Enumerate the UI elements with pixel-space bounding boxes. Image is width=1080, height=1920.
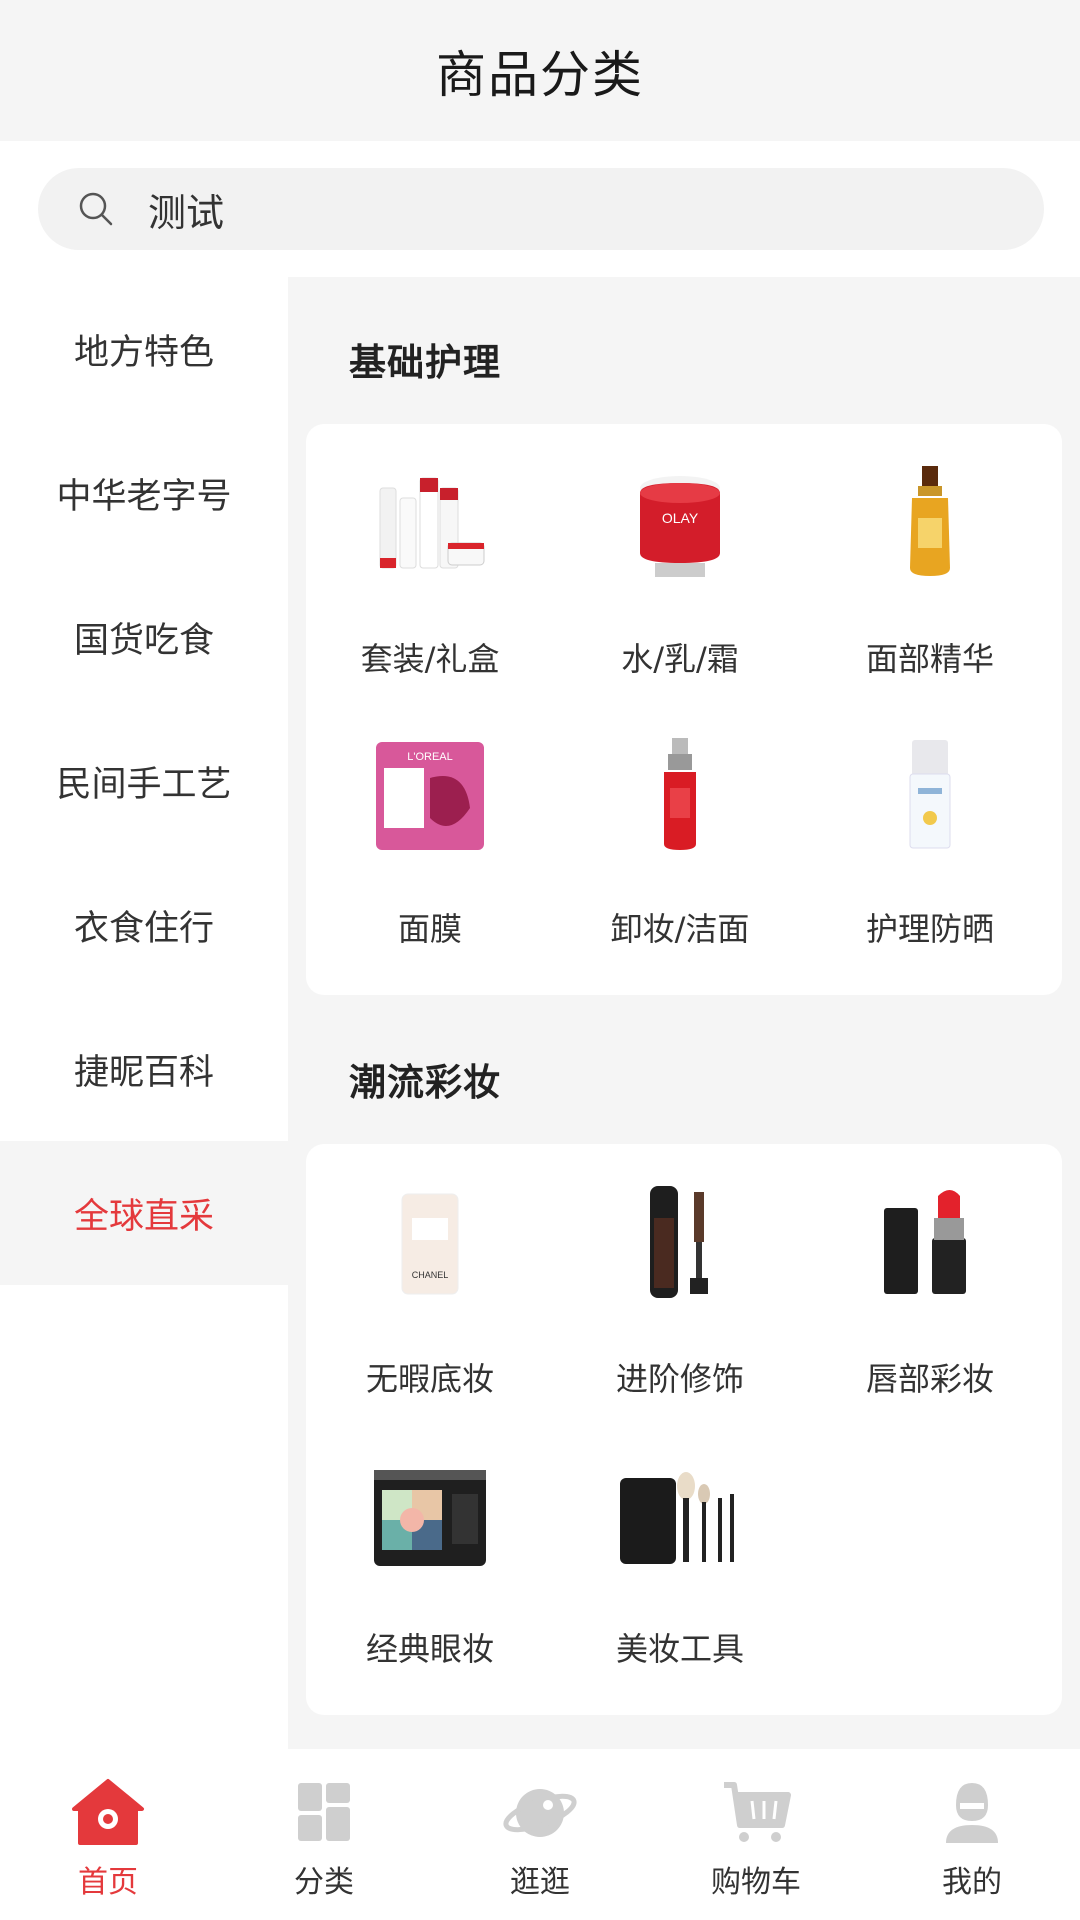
svg-text:CHANEL: CHANEL (412, 1270, 449, 1280)
section-title: 潮流彩妆 (349, 1061, 501, 1104)
category-item[interactable]: 套装/礼盒 (310, 424, 550, 684)
category-item-label: 面部精华 (865, 640, 994, 678)
sidebar-item-label: 民间手工艺 (56, 764, 232, 805)
tab-label: 购物车 (711, 1865, 801, 1900)
category-content: 基础护理 套装/礼盒 OLAY 水/乳/霜 面部精华 L'OREAL 面膜 卸妆… (288, 277, 1080, 1749)
tab-category[interactable]: 分类 (216, 1749, 432, 1920)
sidebar-item-folk-crafts[interactable]: 民间手工艺 (0, 709, 288, 853)
bottom-tab-bar: 首页 分类 逛逛 购物车 我的 (0, 1749, 1080, 1920)
search-icon (76, 189, 116, 229)
category-item-label: 卸妆/洁面 (610, 910, 750, 948)
category-card: 套装/礼盒 OLAY 水/乳/霜 面部精华 L'OREAL 面膜 卸妆/洁面 护… (306, 424, 1062, 995)
lip-liquid-image (620, 1178, 740, 1308)
tab-label: 首页 (78, 1865, 138, 1900)
sidebar-item-global-sourcing[interactable]: 全球直采 (0, 1141, 288, 1285)
sidebar-item-label: 中华老字号 (56, 476, 232, 517)
sidebar-item-label: 全球直采 (73, 1196, 214, 1237)
category-item[interactable]: CHANEL 无暇底妆 (310, 1144, 550, 1404)
svg-text:OLAY: OLAY (662, 510, 699, 526)
sidebar-item-label: 地方特色 (73, 332, 214, 373)
category-item[interactable]: 经典眼妆 (310, 1414, 550, 1674)
category-item[interactable]: 进阶修饰 (560, 1144, 800, 1404)
search-area: 测试 (0, 141, 1080, 277)
eyeshadow-palette-image (370, 1448, 490, 1578)
category-item-label: 套装/礼盒 (360, 640, 500, 678)
search-input[interactable]: 测试 (148, 182, 224, 237)
search-bar[interactable]: 测试 (38, 168, 1044, 250)
top-bar: 商品分类 (0, 0, 1080, 141)
category-item-label: 唇部彩妆 (865, 1360, 994, 1398)
face-mask-pack-image: L'OREAL (370, 728, 490, 858)
planet-icon (502, 1777, 578, 1847)
category-item[interactable]: L'OREAL 面膜 (310, 694, 550, 954)
cart-icon (718, 1777, 794, 1847)
foundation-bottle-image: CHANEL (370, 1178, 490, 1308)
category-item-label: 护理防晒 (865, 910, 994, 948)
sidebar-item-local-specialties[interactable]: 地方特色 (0, 277, 288, 421)
tab-label: 分类 (294, 1865, 354, 1900)
user-icon (934, 1777, 1010, 1847)
makeup-brush-set-image (620, 1448, 740, 1578)
sidebar-item-daily-living[interactable]: 衣食住行 (0, 853, 288, 997)
tab-label: 逛逛 (510, 1865, 570, 1900)
category-icon (286, 1777, 362, 1847)
tab-home[interactable]: 首页 (0, 1749, 216, 1920)
sidebar-item-domestic-food[interactable]: 国货吃食 (0, 565, 288, 709)
category-item-label: 面膜 (397, 910, 462, 948)
category-item[interactable]: 美妆工具 (560, 1414, 800, 1674)
category-item-label: 进阶修饰 (615, 1360, 744, 1398)
home-icon (70, 1777, 146, 1847)
category-item[interactable]: 面部精华 (810, 424, 1050, 684)
category-item-label: 水/乳/霜 (621, 640, 739, 678)
category-card: CHANEL 无暇底妆 进阶修饰 唇部彩妆 经典眼妆 美妆工具 (306, 1144, 1062, 1715)
category-item-label: 无暇底妆 (365, 1360, 494, 1398)
sidebar-item-encyclopedia[interactable]: 捷昵百科 (0, 997, 288, 1141)
sidebar-item-time-honored-brands[interactable]: 中华老字号 (0, 421, 288, 565)
lipstick-image (870, 1178, 990, 1308)
serum-bottle-image (870, 458, 990, 588)
category-item-label: 美妆工具 (615, 1630, 744, 1668)
category-item[interactable]: 卸妆/洁面 (560, 694, 800, 954)
category-sidebar: 地方特色 中华老字号 国货吃食 民间手工艺 衣食住行 捷昵百科 全球直采 (0, 277, 288, 1749)
sidebar-item-label: 国货吃食 (73, 620, 214, 661)
category-item[interactable]: OLAY 水/乳/霜 (560, 424, 800, 684)
section-title: 基础护理 (349, 341, 501, 384)
cleanser-bottle-image (620, 728, 740, 858)
svg-text:L'OREAL: L'OREAL (407, 751, 453, 763)
face-cream-jar-image: OLAY (620, 458, 740, 588)
sunscreen-bottle-image (870, 728, 990, 858)
tab-label: 我的 (942, 1865, 1002, 1900)
sidebar-item-label: 捷昵百科 (73, 1052, 214, 1093)
tab-explore[interactable]: 逛逛 (432, 1749, 648, 1920)
category-item[interactable]: 护理防晒 (810, 694, 1050, 954)
tab-cart[interactable]: 购物车 (648, 1749, 864, 1920)
page-title: 商品分类 (436, 45, 644, 104)
category-item-label: 经典眼妆 (365, 1630, 494, 1668)
category-item[interactable]: 唇部彩妆 (810, 1144, 1050, 1404)
sidebar-item-label: 衣食住行 (73, 908, 214, 949)
tab-profile[interactable]: 我的 (864, 1749, 1080, 1920)
skincare-set-image (370, 458, 490, 588)
